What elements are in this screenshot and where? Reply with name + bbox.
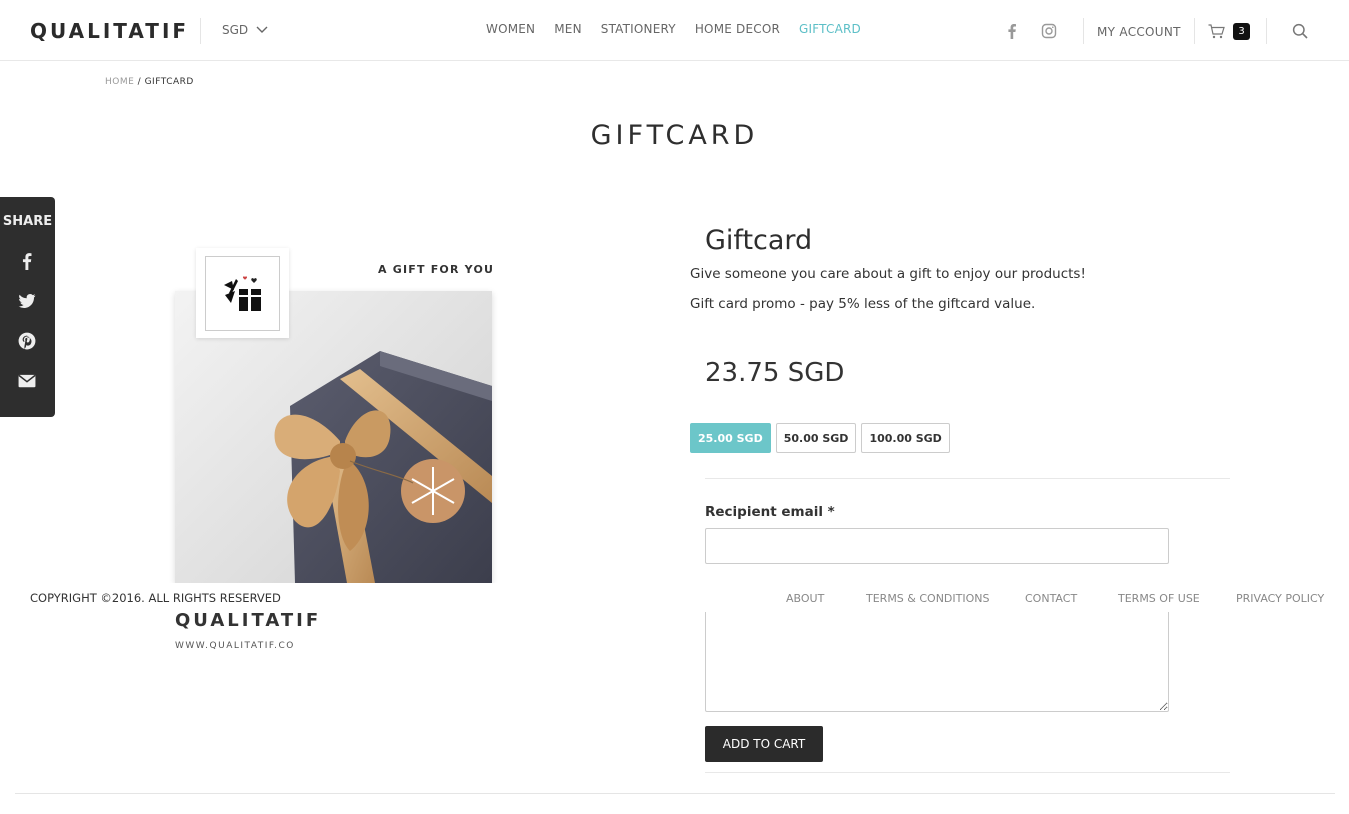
product-description: Give someone you care about a gift to en… (690, 266, 1086, 282)
search-icon[interactable] (1291, 22, 1309, 40)
facebook-icon[interactable] (1003, 22, 1021, 40)
gift-url: WWW.QUALITATIF.CO (175, 641, 295, 651)
add-to-cart-button[interactable]: ADD TO CART (705, 726, 823, 762)
breadcrumb-separator: / (134, 77, 145, 87)
copyright-text: COPYRIGHT ©2016. ALL RIGHTS RESERVED (30, 591, 281, 605)
site-logo[interactable]: QUALITATIF (30, 19, 189, 43)
nav-item-women[interactable]: WOMEN (486, 22, 535, 36)
recipient-email-input[interactable] (705, 528, 1169, 564)
share-label: SHARE (2, 214, 53, 229)
product-price: 23.75 SGD (705, 358, 845, 388)
page-title: GIFTCARD (590, 120, 759, 151)
currency-label: SGD (222, 23, 249, 37)
cart-count-badge: 3 (1233, 23, 1250, 40)
page-bottom-divider (15, 793, 1335, 794)
footer-link-terms-of-use[interactable]: TERMS OF USE (1118, 592, 1200, 605)
divider (705, 478, 1230, 479)
gift-caption: A GIFT FOR YOU (378, 263, 495, 276)
variant-option[interactable]: 50.00 SGD (775, 423, 857, 453)
product-name: Giftcard (705, 225, 813, 256)
nav-item-stationery[interactable]: STATIONERY (601, 22, 676, 36)
share-sidebar: SHARE (0, 197, 55, 417)
variant-option[interactable]: 25.00 SGD (690, 423, 771, 453)
footer-link-contact[interactable]: CONTACT (1025, 592, 1077, 605)
breadcrumb: HOME / GIFTCARD (105, 77, 194, 87)
breadcrumb-home[interactable]: HOME (105, 77, 134, 87)
main-nav: WOMEN MEN STATIONERY HOME DECOR GIFTCARD (486, 22, 880, 36)
nav-item-giftcard[interactable]: GIFTCARD (799, 22, 861, 36)
promo-description: Gift card promo - pay 5% less of the gif… (690, 296, 1036, 312)
currency-selector[interactable]: SGD (222, 23, 268, 37)
twitter-icon[interactable] (16, 290, 38, 312)
header-divider (200, 18, 201, 44)
variant-selector: 25.00 SGD 50.00 SGD 100.00 SGD (690, 423, 950, 453)
cart-button[interactable]: 3 (1208, 23, 1250, 40)
pinterest-icon[interactable] (16, 330, 38, 352)
instagram-icon[interactable] (1040, 22, 1058, 40)
recipient-email-label: Recipient email * (705, 504, 835, 520)
breadcrumb-current: GIFTCARD (144, 77, 194, 87)
gift-tag-frame (205, 255, 280, 331)
footer-link-terms-conditions[interactable]: TERMS & CONDITIONS (866, 592, 989, 605)
nav-item-home-decor[interactable]: HOME DECOR (695, 22, 780, 36)
gift-box-icon (223, 276, 261, 311)
gift-brand: QUALITATIF (175, 610, 322, 631)
footer-link-privacy-policy[interactable]: PRIVACY POLICY (1236, 592, 1324, 605)
cart-icon (1208, 24, 1225, 39)
message-textarea[interactable] (705, 608, 1169, 712)
header-divider (1083, 18, 1084, 44)
nav-item-men[interactable]: MEN (554, 22, 582, 36)
chevron-down-icon (256, 26, 268, 33)
footer-link-about[interactable]: ABOUT (786, 592, 824, 605)
variant-option[interactable]: 100.00 SGD (861, 423, 950, 453)
divider (705, 772, 1230, 773)
my-account-link[interactable]: MY ACCOUNT (1097, 25, 1181, 39)
facebook-icon[interactable] (16, 250, 38, 272)
site-header: QUALITATIF SGD WOMEN MEN STATIONERY HOME… (0, 0, 1349, 61)
gift-tag-box (196, 248, 289, 338)
header-divider (1266, 18, 1267, 44)
email-icon[interactable] (16, 370, 38, 392)
site-footer: COPYRIGHT ©2016. ALL RIGHTS RESERVED ABO… (0, 583, 1349, 612)
header-divider (1194, 18, 1195, 44)
